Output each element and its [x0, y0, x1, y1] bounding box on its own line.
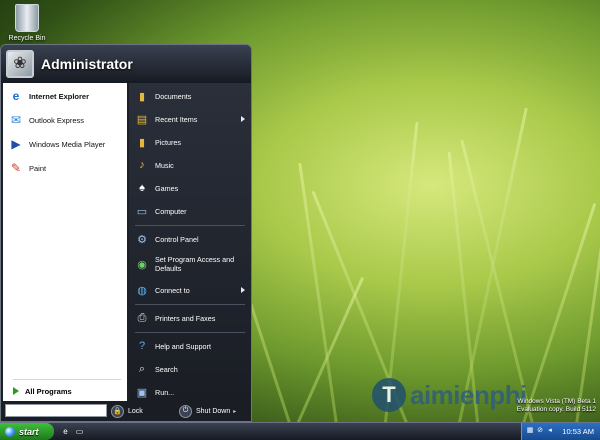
menu-item-label: Help and Support: [155, 341, 211, 351]
quicklaunch-desktop-icon[interactable]: ▭: [74, 426, 85, 437]
menu-item-label: Recent Items: [155, 114, 198, 124]
menu-item-label: Computer: [155, 206, 187, 216]
submenu-arrow-icon: [241, 287, 245, 293]
pinned-outlook-express[interactable]: ✉ Outlook Express: [7, 109, 125, 131]
flower-icon: ❀: [13, 55, 27, 72]
menu-item-label: Pictures: [155, 137, 181, 147]
windows-orb-icon: [5, 426, 15, 437]
menu-item-computer[interactable]: ▭ Computer: [131, 200, 249, 222]
recycle-bin-label: Recycle Bin: [8, 35, 46, 42]
menu-item-pictures[interactable]: ▮ Pictures: [131, 131, 249, 153]
menu-item-search[interactable]: ⌕ Search: [131, 358, 249, 380]
pinned-label: Outlook Express: [29, 115, 85, 125]
quicklaunch-ie-icon[interactable]: e: [60, 426, 71, 437]
start-menu-footer: 🔒 Lock ⏻ Shut Down ▸: [3, 401, 251, 421]
security-alert-icon[interactable]: ⊘: [536, 427, 544, 435]
menu-item-label: Connect to: [155, 285, 190, 295]
brand-text: aimienphi: [410, 379, 527, 410]
pinned-paint[interactable]: ✎ Paint: [7, 157, 125, 179]
menu-item-recent-items[interactable]: ▤ Recent Items: [131, 108, 249, 130]
menu-item-label: Search: [155, 364, 178, 374]
submenu-arrow-icon: [241, 116, 245, 122]
brand-watermark: T aimienphi: [372, 378, 527, 412]
shutdown-label: Shut Down: [196, 407, 231, 415]
places-pane: ▮ Documents ▤ Recent Items ▮ Pictures ♪ …: [129, 83, 251, 401]
menu-item-label: Set Program Access and Defaults: [155, 255, 235, 273]
menu-item-label: Games: [155, 183, 179, 193]
lock-icon: 🔒: [111, 404, 124, 418]
separator: [135, 225, 245, 226]
start-menu: ❀ Administrator e Internet Explorer ✉ Ou…: [0, 44, 252, 422]
recycle-bin-icon: [15, 4, 39, 32]
menu-item-label: Printers and Faxes: [155, 313, 216, 323]
games-icon: ♠: [139, 182, 145, 194]
pinned-label: Internet Explorer: [29, 91, 90, 101]
pictures-folder-icon: ▮: [138, 136, 146, 149]
recycle-bin[interactable]: Recycle Bin: [4, 4, 50, 42]
menu-item-help-support[interactable]: ? Help and Support: [131, 335, 249, 357]
menu-item-documents[interactable]: ▮ Documents: [131, 85, 249, 107]
menu-item-games[interactable]: ♠ Games: [131, 177, 249, 199]
taskbar: start e ▭ ▦ ⊘ ◂ 10:53 AM: [0, 422, 600, 440]
shutdown-button[interactable]: ⏻ Shut Down ▸: [179, 404, 236, 418]
program-defaults-icon: ◉: [137, 258, 147, 271]
pinned-label: Paint: [29, 163, 47, 173]
power-icon: ⏻: [179, 404, 192, 418]
menu-item-label: Run...: [155, 387, 175, 397]
start-menu-header: ❀ Administrator: [1, 45, 251, 83]
network-icon[interactable]: ▦: [526, 427, 534, 435]
menu-item-run[interactable]: ▣ Run...: [131, 381, 249, 403]
pinned-programs-pane: e Internet Explorer ✉ Outlook Express ▶ …: [3, 83, 127, 401]
watermark-line-1: Windows Vista (TM) Beta 1: [517, 398, 596, 405]
separator: [13, 379, 121, 380]
menu-item-control-panel[interactable]: ⚙ Control Panel: [131, 228, 249, 250]
build-watermark: Windows Vista (TM) Beta 1 Evaluation cop…: [517, 398, 596, 414]
arrow-right-icon: [13, 387, 19, 395]
menu-item-label: Music: [155, 160, 174, 170]
control-panel-icon: ⚙: [137, 233, 147, 246]
media-player-icon: ▶: [11, 137, 21, 151]
menu-item-label: Documents: [155, 91, 192, 101]
all-programs-label: All Programs: [25, 386, 72, 396]
outlook-express-icon: ✉: [10, 113, 22, 127]
clock[interactable]: 10:53 AM: [562, 427, 594, 436]
menu-item-music[interactable]: ♪ Music: [131, 154, 249, 176]
pinned-label: Windows Media Player: [29, 139, 106, 149]
start-search-input[interactable]: [5, 404, 107, 417]
start-button[interactable]: start: [0, 423, 54, 440]
internet-explorer-icon: e: [12, 89, 20, 103]
pinned-media-player[interactable]: ▶ Windows Media Player: [7, 133, 125, 155]
printer-icon: ⎙: [137, 311, 147, 324]
search-icon: ⌕: [138, 362, 146, 375]
computer-icon: ▭: [136, 205, 148, 218]
menu-item-printers-faxes[interactable]: ⎙ Printers and Faxes: [131, 307, 249, 329]
all-programs-button[interactable]: All Programs: [7, 383, 125, 399]
brand-logo-icon: T: [372, 378, 406, 412]
documents-folder-icon: ▮: [138, 90, 146, 103]
system-tray: ▦ ⊘ ◂ 10:53 AM: [521, 423, 600, 440]
menu-item-label: Control Panel: [155, 234, 199, 244]
lock-button[interactable]: 🔒 Lock: [111, 404, 143, 418]
user-avatar[interactable]: ❀: [6, 50, 34, 78]
separator: [135, 304, 245, 305]
user-name: Administrator: [41, 56, 133, 72]
chevron-right-icon: ▸: [233, 408, 237, 415]
recent-items-icon: ▤: [136, 113, 148, 126]
help-icon: ?: [138, 340, 146, 352]
lock-label: Lock: [128, 407, 143, 415]
pinned-internet-explorer[interactable]: e Internet Explorer: [7, 85, 125, 107]
run-icon: ▣: [136, 386, 148, 399]
watermark-line-2: Evaluation copy. Build 5112: [516, 406, 596, 413]
paint-icon: ✎: [10, 161, 22, 175]
start-label: start: [19, 426, 39, 437]
menu-item-connect-to[interactable]: ◍ Connect to: [131, 279, 249, 301]
grass-blade: [298, 162, 343, 440]
separator: [135, 332, 245, 333]
connect-to-icon: ◍: [137, 284, 147, 297]
volume-icon[interactable]: ◂: [546, 427, 554, 435]
music-folder-icon: ♪: [139, 159, 145, 171]
grass-blade: [280, 276, 365, 440]
menu-item-program-defaults[interactable]: ◉ Set Program Access and Defaults: [131, 251, 249, 277]
